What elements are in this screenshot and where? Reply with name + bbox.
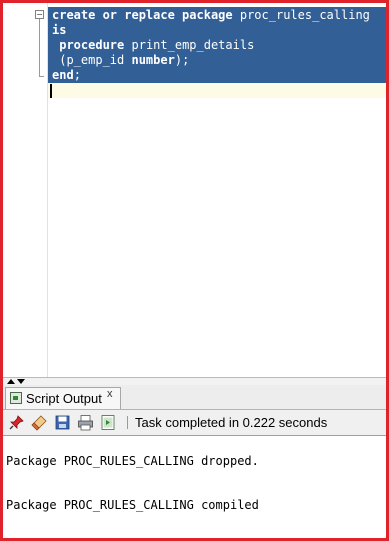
window-frame: [0, 0, 389, 541]
